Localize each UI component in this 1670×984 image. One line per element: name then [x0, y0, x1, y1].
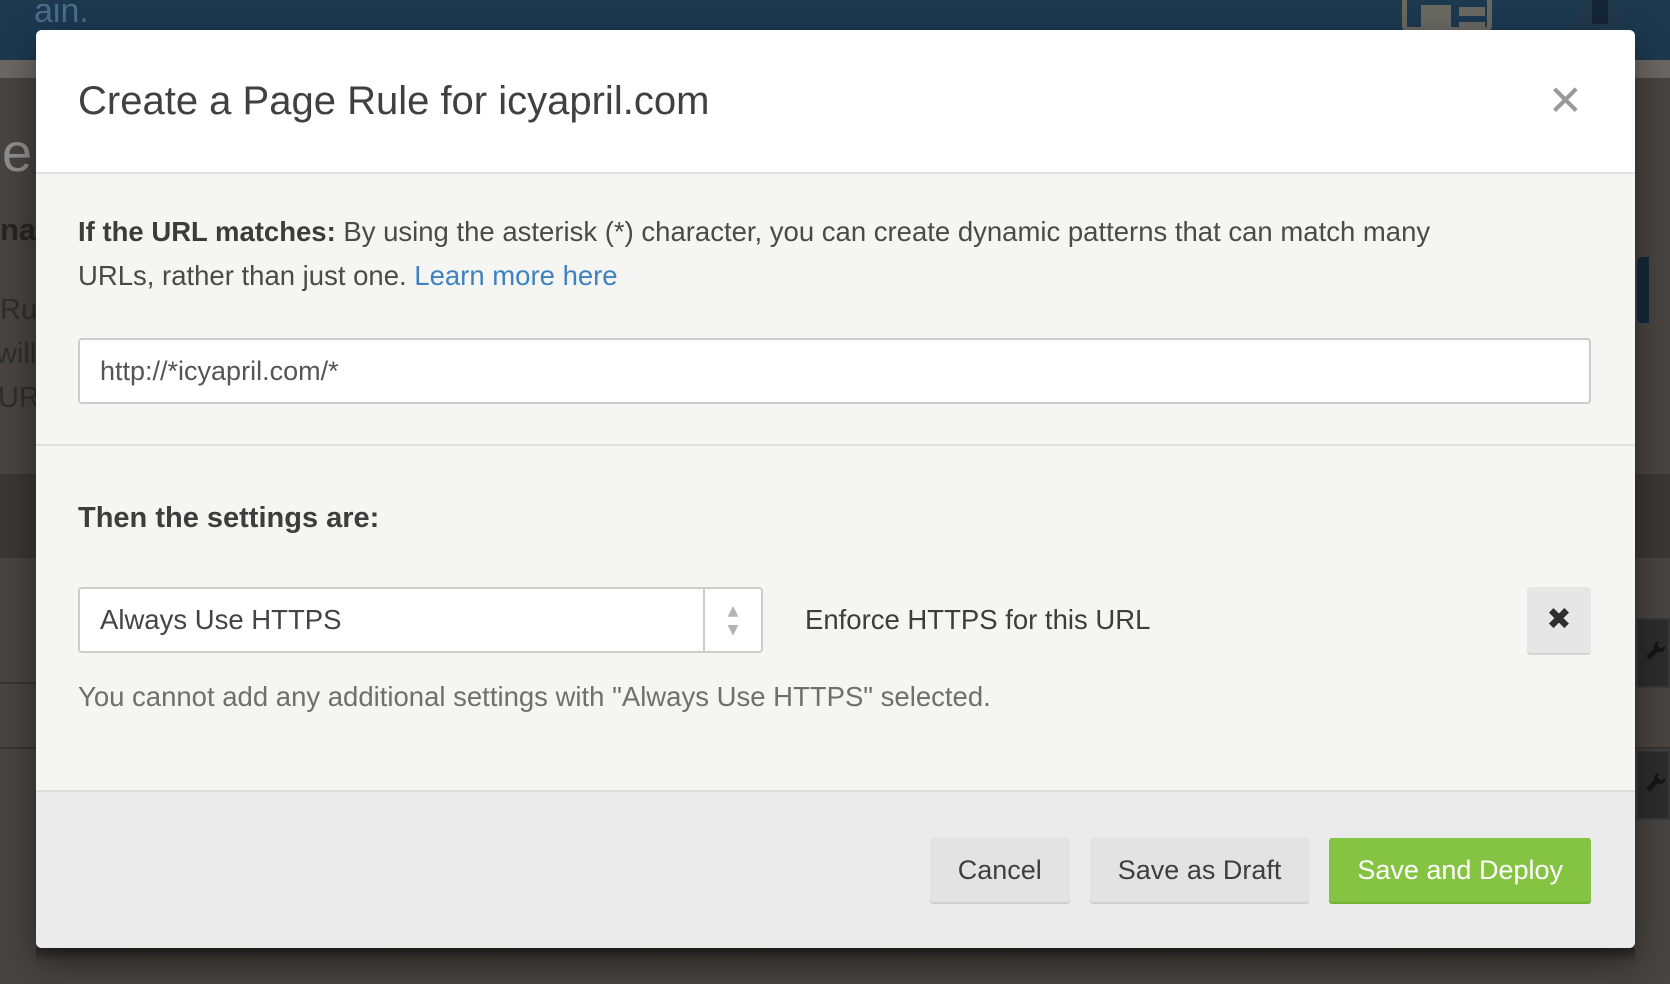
page: ain. e nav Ru will UR Create a Page Rule…: [0, 0, 1670, 984]
url-match-label: If the URL matches:: [78, 216, 336, 247]
background-text-fragment: UR: [0, 382, 40, 415]
grid-view-icon: [1402, 0, 1492, 32]
setting-select[interactable]: Always Use HTTPS ▲ ▼: [78, 587, 763, 653]
background-text-fragment: will: [0, 338, 36, 371]
background-text-fragment: Ru: [0, 294, 37, 327]
modal-footer: Cancel Save as Draft Save and Deploy: [36, 790, 1635, 948]
modal-body: If the URL matches: By using the asteris…: [36, 174, 1635, 790]
setting-note: You cannot add any additional settings w…: [78, 681, 1591, 713]
modal-header: Create a Page Rule for icyapril.com ✕: [36, 30, 1635, 174]
save-as-draft-button[interactable]: Save as Draft: [1090, 838, 1310, 902]
settings-section: Then the settings are: Always Use HTTPS …: [36, 446, 1635, 713]
chevron-up-icon: ▲: [728, 604, 739, 618]
chevron-down-icon: ▼: [728, 623, 739, 637]
wrench-icon: [1636, 750, 1670, 820]
navbar-icon: [1578, 0, 1622, 28]
wrench-icon: [1636, 618, 1670, 688]
save-and-deploy-button[interactable]: Save and Deploy: [1329, 838, 1591, 902]
create-page-rule-modal: Create a Page Rule for icyapril.com ✕ If…: [36, 30, 1635, 948]
setting-description: Enforce HTTPS for this URL: [805, 604, 1527, 636]
learn-more-link[interactable]: Learn more here: [414, 260, 617, 291]
setting-row: Always Use HTTPS ▲ ▼ Enforce HTTPS for t…: [78, 587, 1591, 653]
url-pattern-input[interactable]: [78, 338, 1591, 404]
modal-drop-shadow: [36, 948, 1635, 962]
settings-heading: Then the settings are:: [78, 502, 1591, 535]
background-blue-button-fragment: [1637, 257, 1649, 323]
url-match-intro: If the URL matches: By using the asteris…: [78, 210, 1488, 298]
background-heading-fragment: e: [2, 122, 32, 184]
navbar-text-fragment: ain.: [34, 0, 89, 31]
remove-setting-button[interactable]: ✖: [1527, 587, 1591, 653]
cancel-button[interactable]: Cancel: [930, 838, 1070, 902]
close-icon[interactable]: ✕: [1548, 80, 1583, 122]
setting-select-value: Always Use HTTPS: [80, 589, 703, 651]
modal-title: Create a Page Rule for icyapril.com: [78, 79, 709, 124]
select-stepper-icon: ▲ ▼: [703, 589, 761, 651]
url-match-section: If the URL matches: By using the asteris…: [36, 174, 1635, 404]
